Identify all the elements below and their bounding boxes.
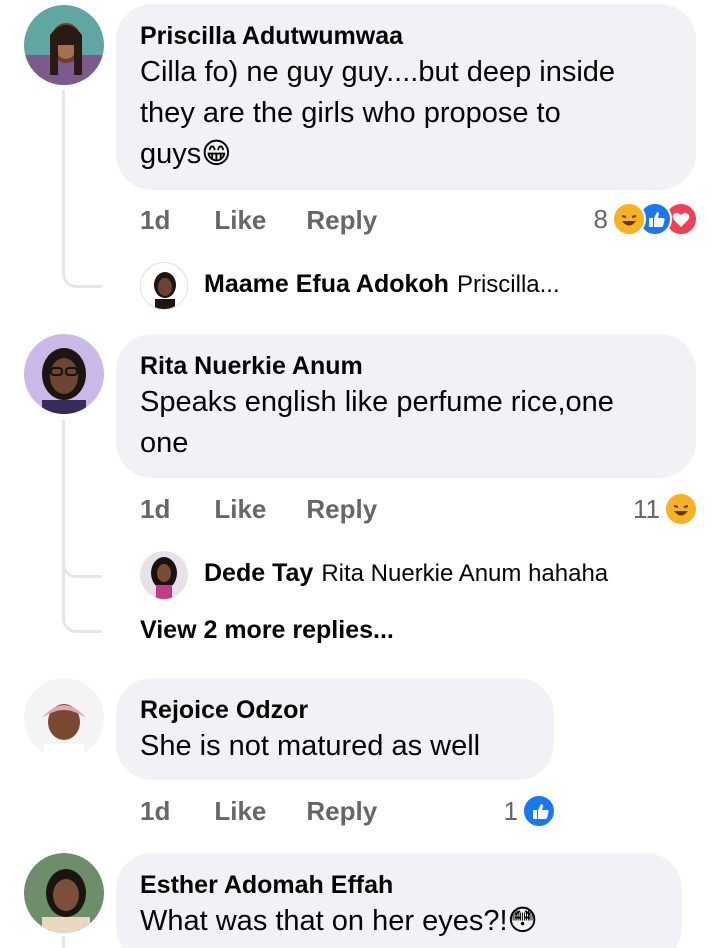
avatar-priscilla[interactable] bbox=[24, 5, 104, 85]
reaction-count: 8 bbox=[593, 203, 608, 234]
reply-text: Rita Nuerkie Anum hahaha bbox=[321, 559, 609, 587]
comment-text-line: Cilla fo) ne guy guy....but deep inside bbox=[140, 56, 616, 88]
avatar-rita[interactable] bbox=[24, 334, 104, 414]
comment-bubble[interactable]: Priscilla Adutwumwaa Cilla fo) ne guy gu… bbox=[116, 4, 696, 190]
like-button[interactable]: Like bbox=[214, 494, 266, 525]
comment-actions: 1d Like Reply bbox=[140, 205, 377, 236]
reply-preview[interactable]: Maame Efua Adokoh Priscilla... bbox=[204, 270, 560, 299]
comment-bubble[interactable]: Rejoice Odzor She is not matured as well bbox=[116, 678, 554, 780]
haha-reaction-icon bbox=[612, 202, 646, 236]
thread-connector bbox=[62, 258, 102, 288]
comment-actions: 1d Like Reply bbox=[140, 796, 377, 827]
reaction-count: 11 bbox=[633, 493, 660, 524]
thread-line bbox=[62, 936, 65, 948]
reaction-summary[interactable]: 1 bbox=[470, 792, 556, 830]
comment-bubble[interactable]: Rita Nuerkie Anum Speaks english like pe… bbox=[116, 334, 696, 478]
comment-author[interactable]: Rejoice Odzor bbox=[140, 694, 530, 726]
comment-text-line: guys😁 bbox=[140, 138, 232, 170]
thread-line bbox=[62, 420, 65, 620]
comment-text-line: What was that on her eyes?!😳 bbox=[140, 905, 538, 937]
comment-text-line: Speaks english like perfume rice,one bbox=[140, 386, 614, 418]
reply-button[interactable]: Reply bbox=[306, 205, 377, 236]
reply-author[interactable]: Dede Tay bbox=[204, 559, 313, 588]
thread-line bbox=[62, 90, 65, 270]
avatar-rejoice[interactable] bbox=[24, 678, 104, 758]
thread-connector bbox=[62, 603, 102, 633]
thread-connector bbox=[62, 548, 102, 578]
reply-button[interactable]: Reply bbox=[306, 494, 377, 525]
avatar-dede[interactable] bbox=[140, 551, 188, 599]
reply-button[interactable]: Reply bbox=[306, 796, 377, 827]
reaction-summary[interactable]: 8 bbox=[540, 200, 698, 238]
reply-text: Priscilla... bbox=[456, 270, 560, 298]
like-reaction-icon bbox=[522, 794, 556, 828]
haha-reaction-icon bbox=[664, 492, 698, 526]
comment-author[interactable]: Esther Adomah Effah bbox=[140, 869, 658, 901]
view-more-replies-link[interactable]: View 2 more replies... bbox=[140, 616, 394, 645]
comment-age[interactable]: 1d bbox=[140, 494, 170, 525]
comment-actions: 1d Like Reply bbox=[140, 494, 377, 525]
comment-age[interactable]: 1d bbox=[140, 205, 170, 236]
comment-author[interactable]: Rita Nuerkie Anum bbox=[140, 350, 672, 382]
comment-text-line: one bbox=[140, 427, 189, 459]
comment-text-line: She is not matured as well bbox=[140, 730, 481, 762]
comment-author[interactable]: Priscilla Adutwumwaa bbox=[140, 20, 672, 52]
avatar-maame[interactable] bbox=[140, 262, 188, 310]
like-button[interactable]: Like bbox=[214, 796, 266, 827]
comment-age[interactable]: 1d bbox=[140, 796, 170, 827]
comment-bubble[interactable]: Esther Adomah Effah What was that on her… bbox=[116, 853, 682, 948]
reaction-summary[interactable]: 11 bbox=[560, 490, 698, 528]
reply-preview[interactable]: Dede Tay Rita Nuerkie Anum hahaha bbox=[204, 559, 608, 588]
comment-text-line: they are the girls who propose to bbox=[140, 97, 561, 129]
reply-author[interactable]: Maame Efua Adokoh bbox=[204, 270, 449, 299]
reaction-count: 1 bbox=[503, 795, 518, 826]
avatar-esther[interactable] bbox=[24, 853, 104, 933]
like-button[interactable]: Like bbox=[214, 205, 266, 236]
